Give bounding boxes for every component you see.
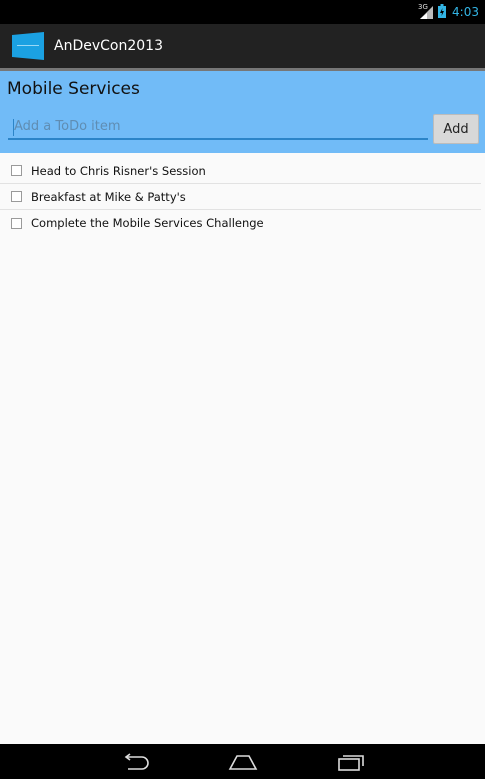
todo-label: Head to Chris Risner's Session bbox=[31, 163, 206, 178]
navigation-bar bbox=[0, 744, 485, 779]
clock: 4:03 bbox=[452, 5, 479, 19]
todo-list: Head to Chris Risner's Session Breakfast… bbox=[0, 158, 485, 236]
todo-input[interactable] bbox=[8, 114, 428, 140]
recent-apps-icon[interactable] bbox=[327, 749, 375, 775]
home-icon[interactable] bbox=[219, 749, 267, 775]
list-item[interactable]: Head to Chris Risner's Session bbox=[0, 158, 481, 184]
todo-label: Complete the Mobile Services Challenge bbox=[31, 216, 264, 230]
app-title: AnDevCon2013 bbox=[54, 38, 163, 54]
battery-icon bbox=[438, 3, 447, 22]
network-type: 3G bbox=[418, 3, 428, 11]
app-logo-icon bbox=[12, 32, 44, 60]
todo-checkbox[interactable] bbox=[11, 191, 22, 202]
list-item[interactable]: Complete the Mobile Services Challenge bbox=[0, 210, 481, 236]
todo-checkbox[interactable] bbox=[11, 165, 22, 176]
list-item[interactable]: Breakfast at Mike & Patty's bbox=[0, 184, 481, 210]
action-bar: AnDevCon2013 bbox=[0, 24, 485, 68]
add-button[interactable]: Add bbox=[433, 114, 479, 144]
signal-icon: 3G bbox=[418, 4, 434, 20]
status-bar: 3G 4:03 bbox=[0, 0, 485, 24]
todo-checkbox[interactable] bbox=[11, 217, 22, 229]
input-panel: Mobile Services Add bbox=[0, 71, 485, 153]
back-icon[interactable] bbox=[111, 749, 159, 775]
text-cursor bbox=[13, 119, 14, 136]
panel-title: Mobile Services bbox=[7, 79, 140, 99]
todo-label: Breakfast at Mike & Patty's bbox=[31, 189, 186, 204]
